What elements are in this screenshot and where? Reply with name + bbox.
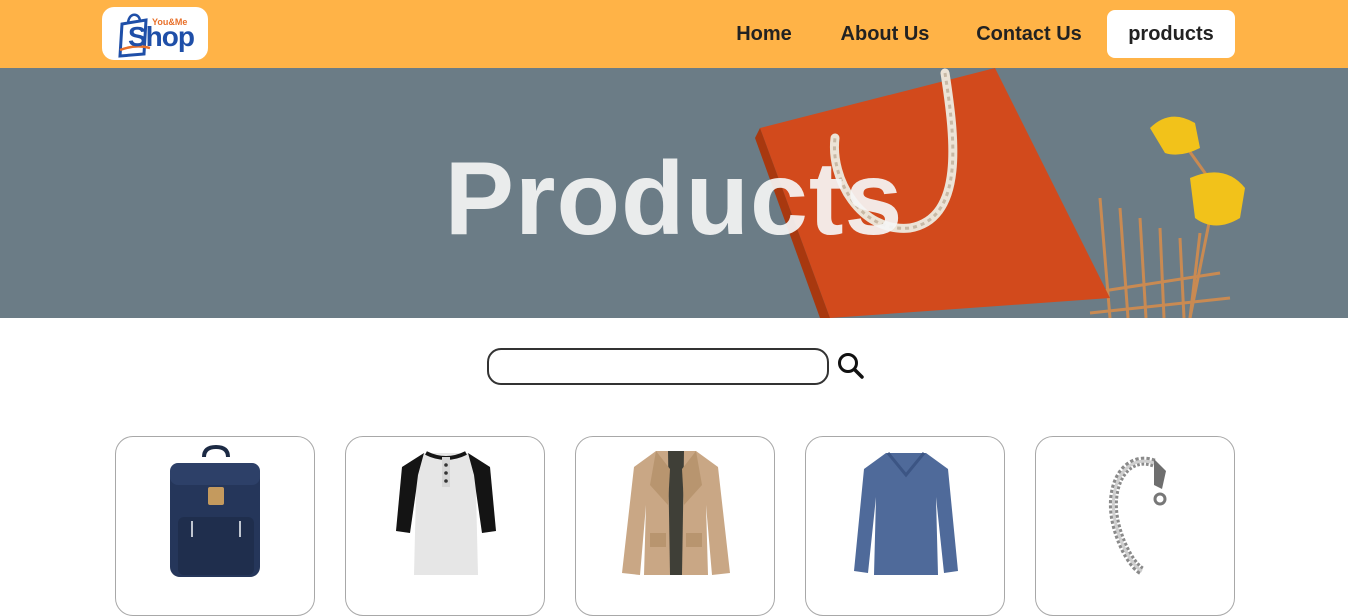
nav-home[interactable]: Home bbox=[726, 10, 802, 58]
bracelet-image bbox=[1108, 456, 1167, 576]
product-card[interactable] bbox=[115, 436, 315, 616]
product-card[interactable] bbox=[1035, 436, 1235, 616]
search-icon bbox=[838, 353, 864, 379]
nav-products[interactable]: products bbox=[1107, 10, 1235, 58]
product-card[interactable] bbox=[805, 436, 1005, 616]
product-card[interactable] bbox=[345, 436, 545, 616]
search-button[interactable] bbox=[836, 350, 866, 382]
page-title: Products bbox=[444, 141, 904, 257]
henley-tshirt-image bbox=[396, 451, 496, 575]
hero-banner: Products bbox=[0, 68, 1348, 318]
backpack-image bbox=[170, 445, 260, 577]
nav-about-us[interactable]: About Us bbox=[832, 10, 938, 58]
jacket-image bbox=[622, 451, 730, 575]
site-header: You&Me Shop Home About Us Contact Us pro… bbox=[0, 0, 1348, 68]
long-sleeve-shirt-image bbox=[854, 452, 958, 575]
shop-logo[interactable]: You&Me Shop bbox=[102, 7, 208, 60]
search-input[interactable] bbox=[487, 348, 829, 385]
product-card[interactable] bbox=[575, 436, 775, 616]
nav-contact-us[interactable]: Contact Us bbox=[968, 10, 1090, 58]
logo-main-text: Shop bbox=[128, 21, 195, 52]
